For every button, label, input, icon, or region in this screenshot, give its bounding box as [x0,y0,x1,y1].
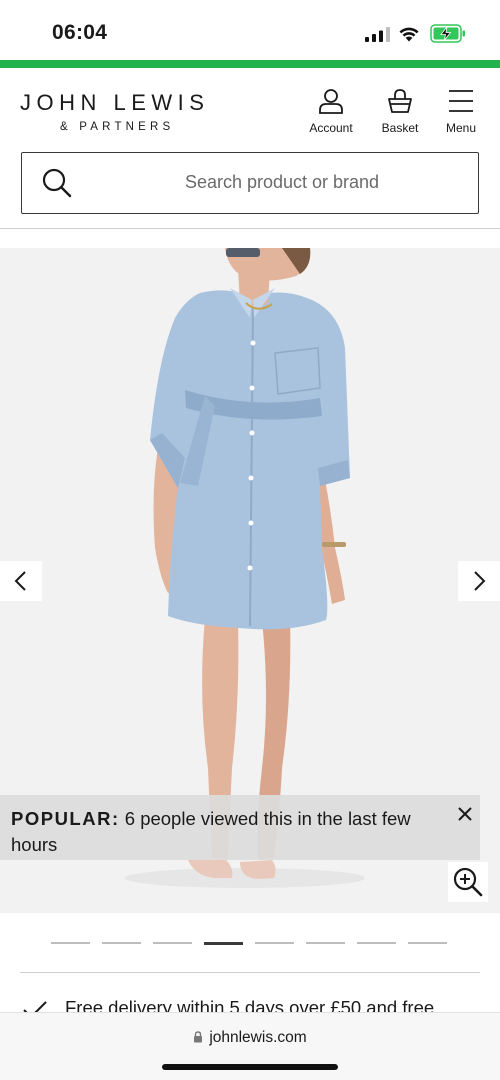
product-image-gallery[interactable]: POPULAR: 6 people viewed this in the las… [0,248,500,913]
account-icon [319,89,343,114]
accent-line [0,60,500,68]
divider [0,228,500,229]
divider [20,972,480,973]
carousel-dot[interactable] [255,942,294,944]
basket-label: Basket [381,121,419,135]
status-bar: 06:04 [0,0,500,60]
carousel-dot[interactable] [306,942,345,944]
menu-label: Menu [445,121,477,135]
search-icon[interactable] [42,168,72,198]
home-indicator[interactable] [162,1064,338,1070]
previous-image-button[interactable] [0,561,42,601]
carousel-dot[interactable] [204,942,243,945]
url-display[interactable]: johnlewis.com [0,1029,500,1047]
john-lewis-logo[interactable]: JOHN LEWIS & PARTNERS [20,90,220,133]
basket-button[interactable]: Basket [376,88,424,138]
status-time: 06:04 [52,21,108,44]
logo-main-text: JOHN LEWIS [20,90,210,115]
next-image-button[interactable] [458,561,500,601]
chevron-right-icon [474,571,486,591]
menu-button[interactable]: Menu [440,88,482,138]
popular-banner: POPULAR: 6 people viewed this in the las… [0,795,480,860]
close-icon[interactable] [455,804,475,824]
popular-label: POPULAR: [11,808,120,829]
basket-icon [388,89,412,113]
carousel-dot[interactable] [408,942,447,944]
logo-sub-text: & PARTNERS [60,121,175,133]
zoom-button[interactable] [448,862,488,902]
carousel-dot[interactable] [357,942,396,944]
carousel-dot[interactable] [102,942,141,944]
site-header: JOHN LEWIS & PARTNERS Account Basket Men… [0,68,500,148]
search-box[interactable] [21,152,479,214]
popular-message: POPULAR: 6 people viewed this in the las… [11,806,441,858]
zoom-in-icon [453,867,483,897]
cellular-signal-icon [365,27,390,42]
url-text: johnlewis.com [209,1029,307,1046]
carousel-dot[interactable] [51,942,90,944]
account-button[interactable]: Account [302,88,360,138]
battery-charging-icon [430,24,465,43]
chevron-left-icon [14,571,26,591]
wifi-icon [399,27,419,42]
search-input[interactable] [112,153,452,212]
lock-icon [194,1031,203,1043]
browser-address-bar[interactable]: johnlewis.com [0,1012,500,1080]
account-label: Account [309,121,353,135]
carousel-indicators [50,942,450,946]
hamburger-menu-icon [449,90,473,112]
carousel-dot[interactable] [153,942,192,944]
